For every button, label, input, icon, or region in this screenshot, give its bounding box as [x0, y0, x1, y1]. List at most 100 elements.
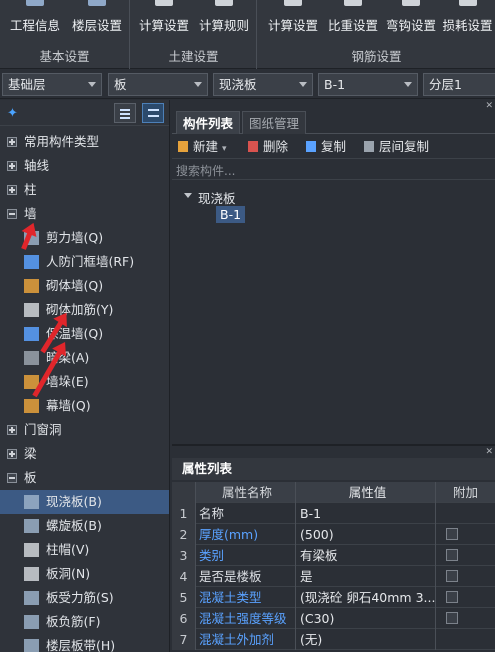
tree-item[interactable]: 板受力筋(S)	[0, 586, 169, 610]
tree-group[interactable]: 板	[0, 466, 169, 490]
property-value[interactable]: 有梁板	[296, 545, 436, 566]
delete-button[interactable]: 删除	[248, 137, 288, 157]
collapse-icon[interactable]	[7, 473, 17, 483]
property-row[interactable]: 6 混凝土强度等级 (C30)	[172, 608, 495, 629]
column-header: 属性值	[296, 482, 436, 503]
slab-hole-icon	[24, 567, 39, 581]
tree-item[interactable]: 砌体加筋(Y)	[0, 298, 169, 322]
tree-item[interactable]: 螺旋板(B)	[0, 514, 169, 538]
tree-label: 墙垛(E)	[46, 374, 89, 389]
property-extra-cell	[436, 566, 495, 587]
collapse-icon[interactable]	[7, 209, 17, 219]
floor-settings-button[interactable]: 楼层设置	[68, 0, 126, 34]
attach-checkbox[interactable]	[446, 570, 458, 582]
copy-button[interactable]: 复制	[306, 137, 346, 157]
attach-checkbox[interactable]	[446, 528, 458, 540]
chevron-down-icon	[404, 82, 412, 87]
expand-icon[interactable]	[7, 449, 17, 459]
row-number: 5	[172, 587, 196, 608]
property-row[interactable]: 4 是否是楼板是	[172, 566, 495, 587]
loss-settings-button[interactable]: 损耗设置	[440, 0, 495, 34]
attach-checkbox[interactable]	[446, 612, 458, 624]
delete-icon	[248, 141, 258, 152]
component-type-select[interactable]: 现浇板	[213, 73, 313, 96]
component-group-node[interactable]: 现浇板	[198, 188, 236, 207]
tree-label: 板	[24, 470, 37, 485]
expand-icon[interactable]	[7, 425, 17, 435]
tree-item[interactable]: 人防门框墙(RF)	[0, 250, 169, 274]
tree-label: 楼层板带(H)	[46, 638, 116, 652]
property-value[interactable]: (C30)	[296, 608, 436, 629]
close-icon[interactable]: ✕	[485, 447, 493, 457]
tree-item[interactable]: 砌体墙(Q)	[0, 274, 169, 298]
close-icon[interactable]: ✕	[485, 101, 493, 111]
property-name: 混凝土强度等级	[196, 608, 296, 629]
tree-group[interactable]: 轴线	[0, 154, 169, 178]
floor-copy-icon	[364, 141, 374, 152]
panel-tabs: 构件列表 图纸管理	[172, 111, 495, 134]
tree-item[interactable]: 楼层板带(H)	[0, 634, 169, 652]
floor-select[interactable]: 基础层	[2, 73, 102, 96]
category-select[interactable]: 板	[108, 73, 208, 96]
masonry-reinforcement-icon	[24, 303, 39, 317]
tree-label: 现浇板(B)	[46, 494, 102, 509]
component-type-tree-panel: ✦ 常用构件类型 轴线柱墙剪力墙(Q) 人防门框墙(RF) 砌体墙(Q) 砌体加筋(Y)…	[0, 100, 170, 652]
grid-view-button[interactable]	[142, 103, 164, 123]
property-value[interactable]: B-1	[296, 503, 436, 524]
expand-icon[interactable]	[7, 161, 17, 171]
property-row[interactable]: 2 厚度(mm) (500)	[172, 524, 495, 545]
component-item-node[interactable]: B-1	[216, 206, 246, 223]
ribbon-group-title: 基本设置	[39, 49, 90, 64]
tree-item[interactable]: 暗梁(A)	[0, 346, 169, 370]
property-value[interactable]: 是	[296, 566, 436, 587]
property-name: 混凝土外加剂	[196, 629, 296, 650]
pin-icon[interactable]: ✦	[7, 106, 18, 121]
tree-group[interactable]: 柱	[0, 178, 169, 202]
tree-group[interactable]: 梁	[0, 442, 169, 466]
attach-checkbox[interactable]	[446, 591, 458, 603]
property-row[interactable]: 5 混凝土类型 (现浇砼 卵石40mm 3...	[172, 587, 495, 608]
tree-label: 幕墙(Q)	[46, 398, 91, 413]
attach-checkbox[interactable]	[446, 549, 458, 561]
floor-copy-button[interactable]: 层间复制	[364, 137, 429, 157]
property-name: 类别	[196, 545, 296, 566]
property-row[interactable]: 3 类别 有梁板	[172, 545, 495, 566]
collapse-triangle-icon[interactable]	[184, 193, 192, 198]
calc-rules-button[interactable]: 计算规则	[195, 0, 253, 34]
tree-label: 人防门框墙(RF)	[46, 254, 135, 269]
property-row[interactable]: 1 名称 B-1	[172, 503, 495, 524]
tab-drawing-management[interactable]: 图纸管理	[242, 111, 307, 134]
expand-icon[interactable]	[7, 137, 17, 147]
tree-item[interactable]: 现浇板(B)	[0, 490, 169, 514]
tree-item[interactable]: 板洞(N)	[0, 562, 169, 586]
property-value[interactable]: (无)	[296, 629, 436, 650]
civil-calc-settings-button[interactable]: 计算设置	[135, 0, 193, 34]
tree-group[interactable]: 门窗洞	[0, 418, 169, 442]
property-row[interactable]: 7 混凝土外加剂 (无)	[172, 629, 495, 650]
tab-component-list[interactable]: 构件列表	[176, 111, 241, 134]
rebar-calc-settings-button[interactable]: 计算设置	[264, 0, 322, 34]
project-info-icon	[26, 0, 44, 6]
expand-icon[interactable]	[7, 185, 17, 195]
weight-settings-icon	[344, 0, 362, 6]
grid-icon	[148, 109, 159, 111]
property-extra-cell	[436, 545, 495, 566]
hook-settings-button[interactable]: 弯钩设置	[382, 0, 440, 34]
project-info-button[interactable]: 工程信息	[6, 0, 64, 34]
list-view-button[interactable]	[114, 103, 136, 123]
new-button[interactable]: 新建 ▾	[178, 137, 227, 157]
tree-item[interactable]: 柱帽(V)	[0, 538, 169, 562]
tree-item[interactable]: 墙垛(E)	[0, 370, 169, 394]
component-search-input[interactable]: 搜索构件...	[172, 162, 495, 180]
property-value[interactable]: (现浇砼 卵石40mm 3...	[296, 587, 436, 608]
tree-item[interactable]: 板负筋(F)	[0, 610, 169, 634]
weight-settings-button[interactable]: 比重设置	[324, 0, 382, 34]
property-extra-cell	[436, 503, 495, 524]
tree-item[interactable]: 幕墙(Q)	[0, 394, 169, 418]
component-select[interactable]: B-1	[318, 73, 418, 96]
tree-group[interactable]: 常用构件类型	[0, 130, 169, 154]
layer-select[interactable]: 分层1	[423, 73, 495, 96]
ribbon-group-title: 钢筋设置	[351, 49, 402, 64]
tree-item[interactable]: 保温墙(Q)	[0, 322, 169, 346]
property-value[interactable]: (500)	[296, 524, 436, 545]
